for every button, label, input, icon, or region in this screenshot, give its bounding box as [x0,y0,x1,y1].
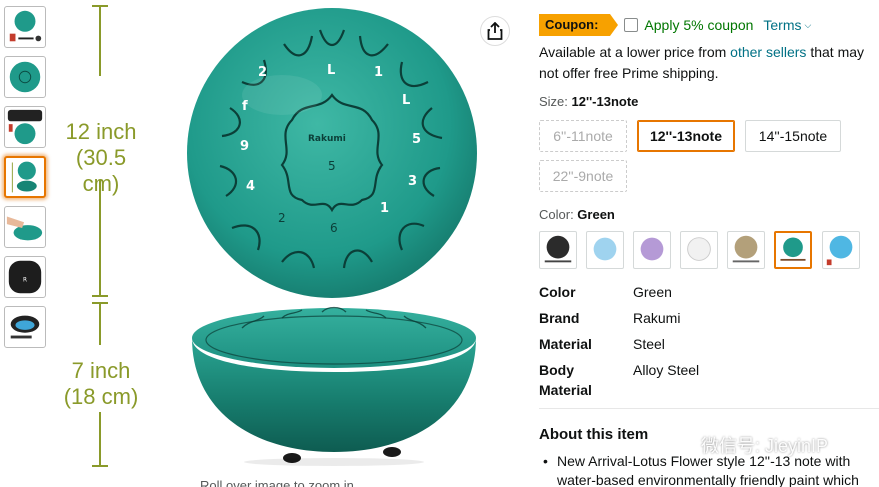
width-dimension-inches: 12 inch [65,119,137,144]
color-swatch-bronze[interactable] [727,231,765,269]
attr-key-brand: Brand [539,310,580,326]
drum-brand-text: Rakumi [308,134,346,144]
watermark-text: 微信号: JieyinIP [701,436,829,456]
thumb-hand-playing[interactable] [4,206,46,248]
coupon-badge: Coupon: [539,14,619,36]
size-option-22-9note[interactable]: 22''-9note [539,160,627,192]
thumb-bag-open[interactable] [4,306,46,348]
size-label-prefix: Size: [539,94,572,109]
share-button[interactable] [480,16,510,46]
svg-text:6: 6 [330,221,338,235]
about-this-item-heading: About this item [539,426,649,443]
wechat-watermark: 微信号: JieyinIP [669,430,828,460]
svg-text:R: R [23,278,27,284]
svg-text:2: 2 [278,211,286,225]
green-drum-swatch-icon [780,237,806,261]
attr-value-body-material: Alloy Steel [633,362,700,378]
coupon-row: Coupon: Apply 5% coupon Terms ⌵ [539,14,811,36]
svg-text:5: 5 [328,159,336,173]
purple-drum-swatch-icon [640,237,664,261]
thumb-drum-dimensions[interactable] [4,156,46,198]
thumb-drum-case[interactable] [4,106,46,148]
svg-text:3: 3 [408,174,417,189]
drum-top-thumb-icon [9,61,41,93]
height-dimension-inches: 7 inch [71,358,131,383]
thumb-drum-accessories[interactable] [4,6,46,48]
svg-text:L: L [402,93,410,108]
width-dimension-cm: (30.5 cm) [75,145,127,196]
color-swatch-light-blue[interactable] [586,231,624,269]
svg-text:1: 1 [374,65,383,80]
size-option-14-15note[interactable]: 14''-15note [745,120,841,152]
svg-text:1: 1 [380,201,389,216]
rollover-hint: Roll over image to zoom in [200,478,354,487]
attr-value-color: Green [633,284,672,300]
other-sellers-link[interactable]: other sellers [730,44,806,60]
size-option-6-11note[interactable]: 6''-11note [539,120,627,152]
availability-text-before: Available at a lower price from [539,44,731,60]
thumb-carry-bag[interactable]: R [4,256,46,298]
light-blue-drum-swatch-icon [593,237,617,261]
height-dimension-label: 7 inch (18 cm) [56,358,146,410]
color-label-prefix: Color: [539,207,578,222]
thumbnail-strip: R [0,0,50,487]
attr-value-brand: Rakumi [633,310,681,326]
svg-text:4: 4 [246,179,255,194]
sky-blue-drum-swatch-icon [826,235,853,266]
attr-key-material: Material [539,336,592,352]
color-swatch-purple[interactable] [633,231,671,269]
white-drum-swatch-icon [687,237,711,261]
hand-playing-thumb-icon [6,216,43,241]
drum-case-thumb-icon [7,109,43,145]
bronze-drum-swatch-icon [732,235,760,263]
color-swatch-sky-blue[interactable] [822,231,860,269]
color-swatch-white[interactable] [680,231,718,269]
attr-key-color: Color [539,284,576,300]
attr-key-body-material: Body Material [539,362,592,398]
coupon-terms-link[interactable]: Terms [763,17,801,33]
black-drum-swatch-icon [544,235,572,263]
height-dimension-cm: (18 cm) [63,384,139,409]
color-label: Color: Green [539,207,615,222]
tongue-drum-illustration: L 1 L 5 3 1 2 f 9 4 Rakumi 5 6 2 [92,5,477,467]
thumb-drum-top[interactable] [4,56,46,98]
width-dimension-label: 12 inch (30.5 cm) [56,119,146,197]
main-product-image[interactable]: L 1 L 5 3 1 2 f 9 4 Rakumi 5 6 2 12 inch… [52,0,518,487]
svg-text:9: 9 [240,139,249,154]
color-swatch-black[interactable] [539,231,577,269]
color-selected-value: Green [577,207,615,222]
drum-dimensions-thumb-icon [11,161,37,193]
color-swatch-green[interactable] [774,231,812,269]
section-divider [539,408,879,409]
carry-bag-thumb-icon: R [8,260,42,294]
attr-value-material: Steel [633,336,665,352]
availability-note: Available at a lower price from other se… [539,42,879,84]
size-selected-value: 12''-13note [571,94,639,109]
product-details: Coupon: Apply 5% coupon Terms ⌵ Availabl… [539,0,879,487]
drum-accessories-thumb-icon [9,10,42,42]
share-icon [487,22,503,40]
svg-text:5: 5 [412,132,421,147]
coupon-checkbox[interactable] [624,18,639,32]
wechat-icon [669,434,695,455]
apply-coupon-label[interactable]: Apply 5% coupon [644,17,753,33]
svg-text:L: L [327,63,335,78]
chevron-down-icon[interactable]: ⌵ [805,20,812,31]
bag-open-thumb-icon [10,315,40,339]
size-option-12-13note[interactable]: 12''-13note [637,120,735,152]
size-label: Size: 12''-13note [539,94,638,109]
